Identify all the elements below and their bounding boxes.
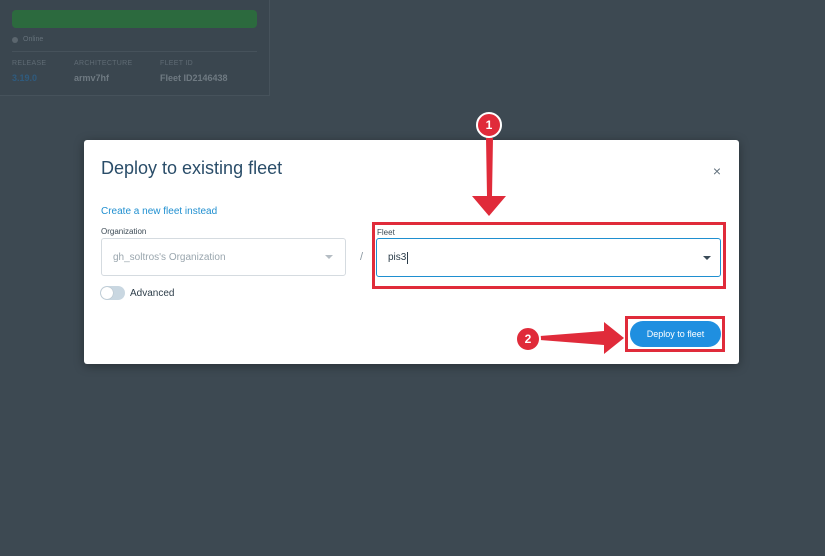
toggle-knob (101, 287, 113, 299)
dialog-title: Deploy to existing fleet (101, 158, 283, 178)
fleet-id-value: Fleet ID2146438 (160, 73, 228, 83)
device-status: Online (12, 36, 43, 43)
release-label: RELEASE (12, 60, 47, 67)
fleet-id-column: FLEET ID Fleet ID2146438 (160, 60, 228, 83)
advanced-toggle-row: Advanced (100, 286, 174, 300)
create-fleet-link[interactable]: Create a new fleet instead (101, 206, 217, 217)
architecture-label: ARCHITECTURE (74, 60, 133, 67)
close-icon[interactable]: × (713, 164, 721, 178)
advanced-label: Advanced (130, 287, 175, 299)
fleet-highlight-box (372, 222, 726, 289)
organization-label: Organization (101, 227, 147, 236)
chevron-down-icon (325, 255, 333, 259)
fleet-id-label: FLEET ID (160, 60, 194, 67)
architecture-column: ARCHITECTURE armv7hf (74, 60, 132, 83)
separator: / (360, 251, 364, 263)
status-dot-icon (12, 36, 18, 43)
organization-select[interactable]: gh_soltros's Organization (101, 238, 346, 276)
release-column: RELEASE 3.19.0 (12, 60, 46, 83)
architecture-value: armv7hf (74, 73, 110, 83)
step-2-badge: 2 (515, 326, 541, 352)
divider (12, 51, 257, 52)
release-value: 3.19.0 (12, 73, 38, 83)
device-summary-card: Online RELEASE 3.19.0 ARCHITECTURE armv7… (0, 0, 270, 96)
deploy-highlight-box (625, 316, 725, 352)
device-progress-bar (12, 10, 257, 28)
step-1-badge: 1 (476, 112, 502, 138)
organization-value: gh_soltros's Organization (113, 251, 226, 263)
advanced-toggle[interactable] (100, 286, 125, 300)
status-text: Online (23, 36, 44, 43)
